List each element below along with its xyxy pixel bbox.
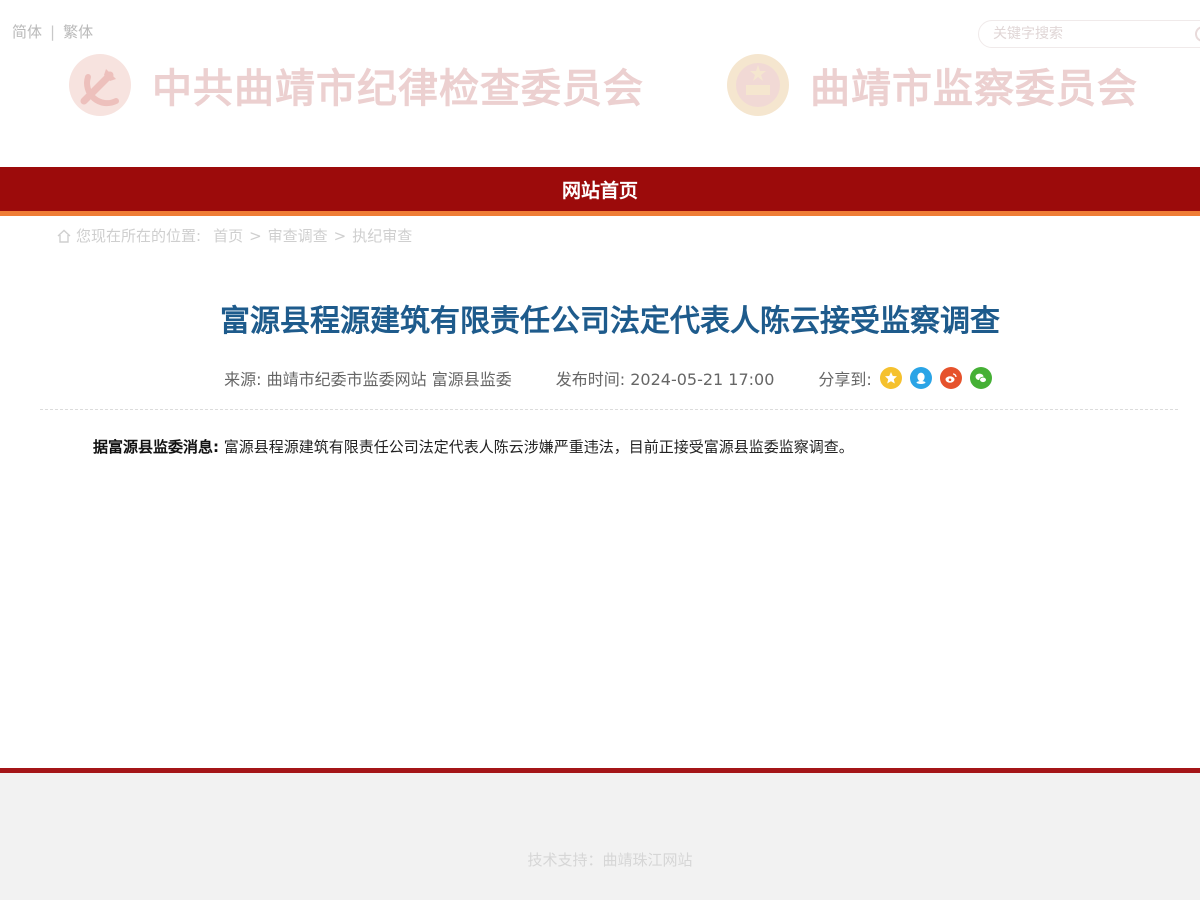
simplified-chinese-link[interactable]: 简体 [12, 23, 42, 41]
nav-home-link[interactable]: 网站首页 [562, 176, 638, 203]
qzone-star-icon[interactable] [879, 367, 902, 389]
nav-accent-stripe [0, 211, 1200, 216]
article-meta: 来源: 曲靖市纪委市监委网站 富源县监委 发布时间: 2024-05-21 17… [0, 366, 1200, 390]
language-separator: | [50, 23, 56, 41]
wechat-icon[interactable] [969, 367, 992, 389]
qq-icon[interactable] [909, 367, 932, 389]
supervision-banner: 曲靖市监察委员会 [722, 44, 1138, 126]
supervision-title: 曲靖市监察委员会 [810, 65, 1138, 112]
breadcrumb-home[interactable]: 首页 [213, 225, 243, 246]
article-source: 来源: 曲靖市纪委市监委网站 富源县监委 [224, 370, 512, 389]
weibo-icon[interactable] [939, 367, 962, 389]
main-nav: 网站首页 [0, 167, 1200, 211]
traditional-chinese-link[interactable]: 繁体 [63, 23, 93, 41]
technical-support-text: 技术支持：曲靖珠江网站 [527, 851, 693, 869]
breadcrumb: 您现在所在的位置: 首页 > 审查调查 > 执纪审查 [56, 225, 412, 246]
home-icon [57, 229, 71, 243]
party-emblem-icon [64, 49, 136, 121]
search-icon[interactable] [1195, 26, 1200, 42]
national-emblem-icon [722, 49, 794, 121]
article-title: 富源县程源建筑有限责任公司法定代表人陈云接受监察调查 [220, 304, 1000, 339]
breadcrumb-discipline-review[interactable]: 执纪审查 [352, 225, 412, 246]
share-label: 分享到: [818, 370, 872, 389]
article-text: 富源县程源建筑有限责任公司法定代表人陈云涉嫌严重违法，目前正接受富源县监委监察调… [223, 438, 854, 456]
breadcrumb-prefix: 您现在所在的位置: [76, 227, 202, 245]
article-publish-time: 发布时间: 2024-05-21 17:00 [555, 370, 775, 389]
breadcrumb-separator: > [333, 226, 347, 245]
party-discipline-banner: 中共曲靖市纪律检查委员会 [64, 44, 644, 126]
breadcrumb-separator: > [249, 226, 262, 245]
share-bar: 分享到: [818, 366, 992, 390]
meta-divider [40, 409, 1178, 410]
language-switcher: 简体 | 繁体 [12, 21, 93, 42]
article-body: 据富源县监委消息: 富源县程源建筑有限责任公司法定代表人陈云涉嫌严重违法，目前正… [93, 436, 854, 458]
article-lead: 据富源县监委消息: [93, 438, 219, 456]
footer: 技术支持：曲靖珠江网站 [0, 773, 1200, 900]
breadcrumb-investigation[interactable]: 审查调查 [268, 225, 328, 246]
party-discipline-title: 中共曲靖市纪律检查委员会 [152, 65, 644, 112]
